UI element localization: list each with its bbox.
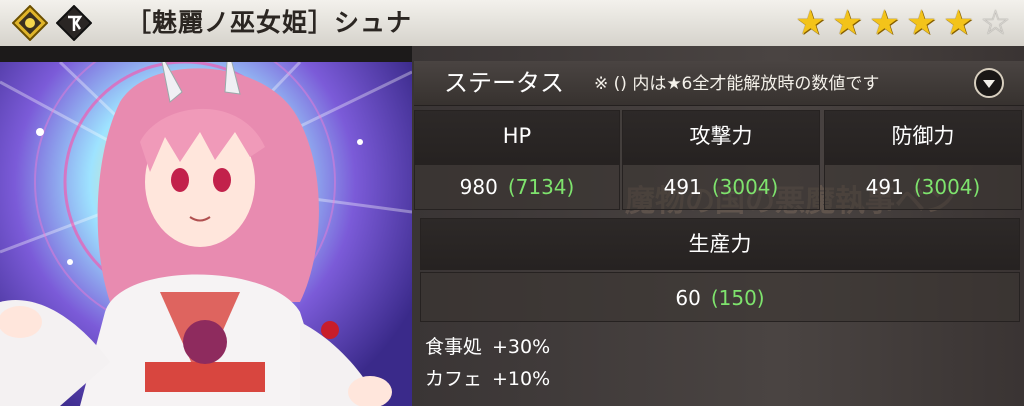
key-icon	[56, 5, 92, 41]
star-icon: ★	[906, 3, 937, 43]
star-icon: ★	[832, 3, 863, 43]
empty-star-icon: ☆	[980, 3, 1011, 43]
stat-value-defense: 491 (3004)	[824, 164, 1022, 210]
hp-current: 980	[459, 175, 498, 199]
stat-header-defense: 防御力	[824, 110, 1022, 164]
stat-header-attack: 攻撃力	[622, 110, 820, 164]
star-icon: ★	[795, 3, 826, 43]
chevron-down-icon	[983, 80, 995, 88]
status-title: ステータス	[444, 69, 564, 97]
defense-current: 491	[865, 175, 904, 199]
character-portrait	[0, 62, 412, 406]
stat-value-hp: 980 (7134)	[414, 164, 620, 210]
bonus-name: カフェ	[425, 368, 483, 390]
card-header: ［魅麗ノ巫女姫］シュナ ★ ★ ★ ★ ★ ☆	[0, 0, 1024, 46]
star-icon: ★	[869, 3, 900, 43]
character-title: ［魅麗ノ巫女姫］シュナ	[126, 8, 413, 37]
bonus-row: カフェ +10%	[425, 366, 550, 392]
stat-header-production: 生産力	[420, 218, 1020, 270]
stat-value-production: 60 (150)	[420, 272, 1020, 322]
status-header: ステータス ※ () 内は★6全才能解放時の数値です	[414, 61, 1024, 106]
element-icon	[12, 5, 48, 41]
status-note: ※ () 内は★6全才能解放時の数値です	[594, 74, 880, 94]
stat-value-attack: 491 (3004)	[622, 164, 820, 210]
defense-max: (3004)	[913, 175, 981, 199]
collapse-toggle-button[interactable]	[974, 68, 1004, 98]
bonus-value: +10%	[492, 368, 551, 390]
bonus-value: +30%	[492, 336, 551, 358]
hp-max: (7134)	[507, 175, 575, 199]
attack-current: 491	[663, 175, 702, 199]
attack-max: (3004)	[711, 175, 779, 199]
star-icon: ★	[943, 3, 974, 43]
production-current: 60	[675, 286, 701, 310]
bonus-row: 食事処 +30%	[425, 334, 550, 360]
production-max: (150)	[710, 286, 765, 310]
stat-header-hp: HP	[414, 110, 620, 164]
bonus-name: 食事処	[425, 336, 483, 358]
rarity-stars: ★ ★ ★ ★ ★ ☆	[792, 3, 1014, 43]
